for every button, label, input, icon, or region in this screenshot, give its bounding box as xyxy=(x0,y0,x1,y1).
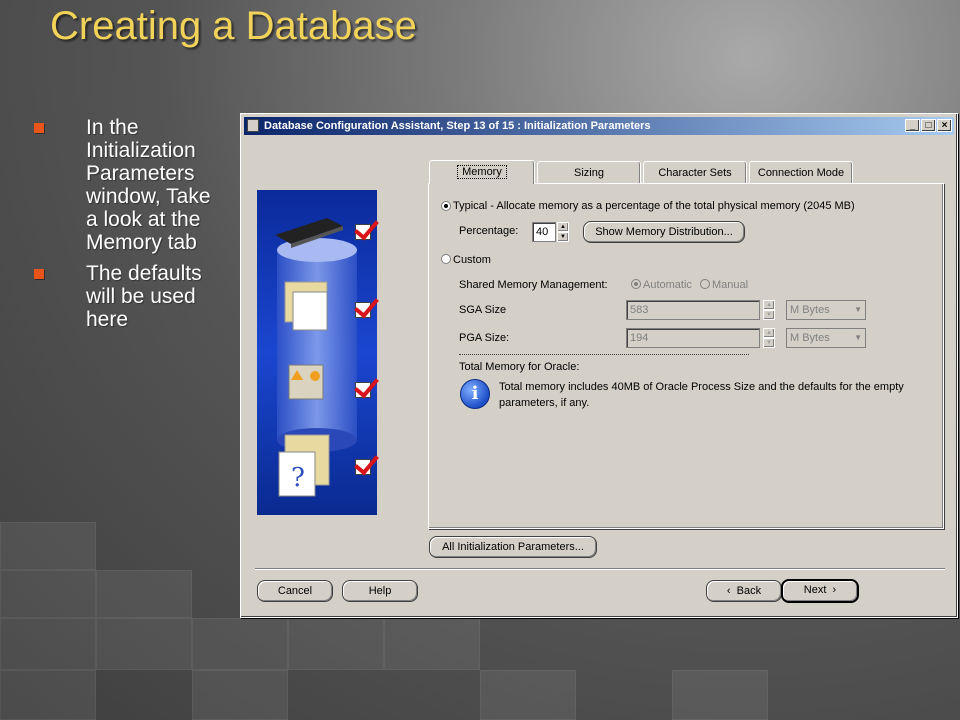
spin-up-icon[interactable]: ▲ xyxy=(557,222,569,232)
info-text-line-1: Total memory includes 40MB of Oracle Pro… xyxy=(499,381,904,393)
tab-memory[interactable]: Memory xyxy=(429,160,535,184)
chevron-right-icon: › xyxy=(826,584,837,596)
spin-down-icon[interactable]: ▼ xyxy=(763,310,775,320)
manual-radio[interactable] xyxy=(700,279,710,289)
bg-tile xyxy=(96,570,192,618)
app-icon xyxy=(247,119,259,132)
tab-sizing[interactable]: Sizing xyxy=(537,161,641,183)
bg-tile xyxy=(0,522,96,570)
next-button[interactable]: Next › xyxy=(781,579,859,603)
bullet-text: In the Initialization Parameters window,… xyxy=(86,116,211,254)
back-button[interactable]: ‹ Back xyxy=(706,580,782,602)
info-icon: i xyxy=(460,379,490,409)
help-button[interactable]: Help xyxy=(342,580,418,602)
percentage-input[interactable]: 40 xyxy=(532,222,556,242)
percentage-spinner[interactable]: ▲ ▼ xyxy=(557,222,569,242)
chevron-left-icon: ‹ xyxy=(726,585,737,597)
spin-down-icon[interactable]: ▼ xyxy=(557,232,569,242)
show-memory-distribution-button[interactable]: Show Memory Distribution... xyxy=(583,221,745,243)
pga-unit-select[interactable]: M Bytes ▼ xyxy=(786,328,866,348)
typical-radio[interactable] xyxy=(441,201,451,211)
typical-label: Typical - Allocate memory as a percentag… xyxy=(453,200,855,212)
bg-tile xyxy=(0,618,96,670)
sga-unit-value: M Bytes xyxy=(790,304,830,316)
sga-size-label: SGA Size xyxy=(459,304,507,316)
bullet-text: The defaults will be used here xyxy=(86,262,202,331)
window-title: Database Configuration Assistant, Step 1… xyxy=(264,120,651,132)
custom-radio[interactable] xyxy=(441,254,451,264)
bg-tile xyxy=(192,618,288,670)
tab-connection-mode[interactable]: Connection Mode xyxy=(749,161,853,183)
dbca-window: Database Configuration Assistant, Step 1… xyxy=(240,113,958,618)
bg-tile xyxy=(96,618,192,670)
spin-up-icon[interactable]: ▲ xyxy=(763,328,775,338)
next-label: Next xyxy=(803,584,827,596)
bullet-list: In the Initialization Parameters window,… xyxy=(34,116,224,339)
all-initialization-parameters-button[interactable]: All Initialization Parameters... xyxy=(429,536,597,558)
bullet-square-icon xyxy=(34,269,44,279)
tab-label: Connection Mode xyxy=(757,167,845,179)
manual-label: Manual xyxy=(712,279,749,291)
cancel-button[interactable]: Cancel xyxy=(257,580,333,602)
bg-tile xyxy=(288,618,384,670)
minimize-button[interactable]: _ xyxy=(905,119,920,132)
sga-unit-select[interactable]: M Bytes ▼ xyxy=(786,300,866,320)
automatic-label: Automatic xyxy=(643,279,692,291)
tab-character-sets[interactable]: Character Sets xyxy=(643,161,747,183)
shared-memory-label: Shared Memory Management: xyxy=(459,279,608,291)
pga-size-label: PGA Size: xyxy=(459,332,510,344)
chevron-down-icon: ▼ xyxy=(854,333,862,342)
chevron-down-icon: ▼ xyxy=(854,305,862,314)
tab-label: Character Sets xyxy=(658,167,732,179)
bullet-item: The defaults will be used here xyxy=(34,262,224,331)
sga-spinner[interactable]: ▲ ▼ xyxy=(763,300,775,320)
percentage-label: Percentage: xyxy=(459,225,519,237)
info-text-line-2: parameters, if any. xyxy=(499,397,590,409)
bg-tile xyxy=(480,670,576,720)
bg-tile xyxy=(192,670,288,720)
dotted-divider xyxy=(459,354,749,355)
pga-size-input[interactable]: 194 xyxy=(626,328,760,348)
pga-spinner[interactable]: ▲ ▼ xyxy=(763,328,775,348)
tab-label: Memory xyxy=(457,165,507,179)
memory-tab-pane: Typical - Allocate memory as a percentag… xyxy=(428,183,944,529)
slide-title: Creating a Database xyxy=(50,4,417,48)
window-titlebar[interactable]: Database Configuration Assistant, Step 1… xyxy=(244,117,954,135)
tab-label: Sizing xyxy=(574,167,604,179)
back-label: Back xyxy=(736,585,762,597)
step-check-icon xyxy=(355,224,371,240)
step-check-icon xyxy=(355,459,371,475)
maximize-button[interactable]: □ xyxy=(921,119,936,132)
spin-down-icon[interactable]: ▼ xyxy=(763,338,775,348)
step-check-icon xyxy=(355,382,371,398)
svg-text:?: ? xyxy=(291,463,305,493)
automatic-radio[interactable] xyxy=(631,279,641,289)
sga-size-input[interactable]: 583 xyxy=(626,300,760,320)
bullet-square-icon xyxy=(34,123,44,133)
pga-unit-value: M Bytes xyxy=(790,332,830,344)
bg-tile xyxy=(0,670,96,720)
custom-label: Custom xyxy=(453,254,491,266)
bg-tile xyxy=(672,670,768,720)
close-button[interactable]: × xyxy=(937,119,952,132)
bullet-item: In the Initialization Parameters window,… xyxy=(34,116,224,254)
bg-tile xyxy=(384,618,480,670)
footer-separator xyxy=(255,568,945,570)
spin-up-icon[interactable]: ▲ xyxy=(763,300,775,310)
total-memory-label: Total Memory for Oracle: xyxy=(459,361,580,373)
step-check-icon xyxy=(355,302,371,318)
bg-tile xyxy=(0,570,96,618)
